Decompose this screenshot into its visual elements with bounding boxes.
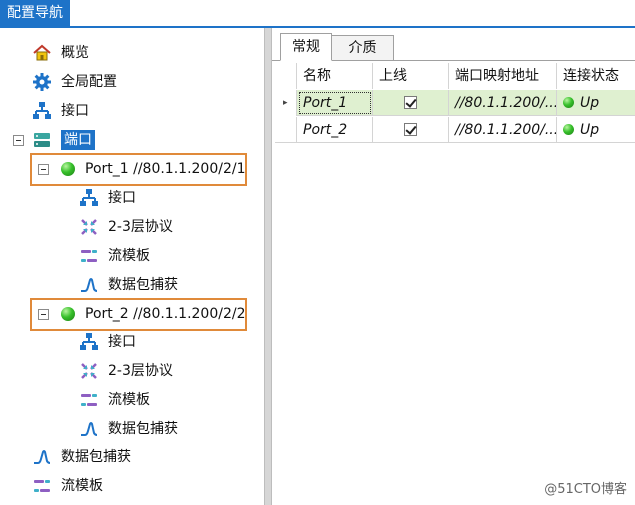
tree-item-label: 概览 xyxy=(61,45,89,61)
tree-item-interface[interactable]: 接口 xyxy=(32,100,89,122)
cell-status: Up xyxy=(557,90,635,116)
tree-item-label: 2-3层协议 xyxy=(108,219,173,235)
tree-item-label: 数据包捕获 xyxy=(61,449,131,465)
tree-item-overview[interactable]: 概览 xyxy=(32,42,89,64)
tree-item-capture[interactable]: 数据包捕获 xyxy=(32,446,131,468)
cell-status: Up xyxy=(557,117,635,143)
cell-name[interactable]: Port_2 xyxy=(297,117,373,143)
column-header-status[interactable]: 连接状态 xyxy=(557,63,635,89)
collapse-toggle[interactable] xyxy=(13,135,24,146)
gear-icon xyxy=(32,72,52,92)
tree-item-port-1-capture[interactable]: 数据包捕获 xyxy=(79,274,178,296)
collapse-toggle[interactable] xyxy=(38,164,49,175)
stream-template-icon xyxy=(32,476,52,496)
watermark: @51CTO博客 xyxy=(544,482,627,497)
cell-address: //80.1.1.200/... xyxy=(449,117,557,143)
panel-title: 配置导航 xyxy=(0,0,70,26)
tree-item-global-config[interactable]: 全局配置 xyxy=(32,71,117,93)
network-icon xyxy=(79,188,99,208)
tree-item-port-1-stream-template[interactable]: 流模板 xyxy=(79,245,150,267)
tree-item-label: 数据包捕获 xyxy=(108,421,178,437)
tree-item-label: 数据包捕获 xyxy=(108,277,178,293)
tree-item-port-2-capture[interactable]: 数据包捕获 xyxy=(79,418,178,440)
status-led-icon xyxy=(563,123,574,135)
stream-template-icon xyxy=(79,246,99,266)
status-led-icon xyxy=(563,96,574,108)
status-led-icon xyxy=(58,159,78,179)
tree-item-port-2-stream-template[interactable]: 流模板 xyxy=(79,389,150,411)
tree-item-port-2[interactable]: Port_2 //80.1.1.200/2/2 xyxy=(58,303,246,325)
cell-name[interactable]: Port_1 xyxy=(297,90,373,116)
tree-item-label: 接口 xyxy=(108,334,136,350)
protocol-icon xyxy=(79,361,99,381)
stream-template-icon xyxy=(79,390,99,410)
column-header-online[interactable]: 上线 xyxy=(373,63,449,89)
tree-item-port-1-interface[interactable]: 接口 xyxy=(79,187,136,209)
online-checkbox[interactable] xyxy=(404,122,417,136)
tab-media[interactable]: 介质 xyxy=(332,35,394,61)
tree-item-port-2-interface[interactable]: 接口 xyxy=(79,331,136,353)
tree-item-label: 流模板 xyxy=(108,248,150,264)
title-bar: 配置导航 xyxy=(0,0,635,28)
cell-online[interactable] xyxy=(373,90,449,116)
network-icon xyxy=(79,332,99,352)
grid-header-row: 名称 上线 端口映射地址 连接状态 xyxy=(275,63,635,89)
status-led-icon xyxy=(58,304,78,324)
collapse-toggle[interactable] xyxy=(38,309,49,320)
tab-strip: 常规 介质 xyxy=(272,33,635,61)
row-header-cell xyxy=(275,117,297,143)
tree-item-label: 2-3层协议 xyxy=(108,363,173,379)
tree-item-label: 接口 xyxy=(108,190,136,206)
cell-online[interactable] xyxy=(373,117,449,143)
tree-item-label: 流模板 xyxy=(108,392,150,408)
protocol-icon xyxy=(79,217,99,237)
tree-item-label: 全局配置 xyxy=(61,74,117,90)
column-header-address[interactable]: 端口映射地址 xyxy=(449,63,557,89)
column-header-name[interactable]: 名称 xyxy=(297,63,373,89)
tree-item-label: Port_1 //80.1.1.200/2/1 xyxy=(85,161,246,177)
table-row[interactable]: ▸ Port_1 //80.1.1.200/... Up xyxy=(275,90,635,116)
details-panel: 常规 介质 名称 上线 端口映射地址 连接状态 ▸ Port_1 //80.1.… xyxy=(272,28,635,505)
tree-item-port-2-protocol[interactable]: 2-3层协议 xyxy=(79,360,173,382)
status-text: Up xyxy=(580,95,600,111)
capture-icon xyxy=(32,447,52,467)
switch-icon xyxy=(32,130,52,150)
tree-item-label: 接口 xyxy=(61,103,89,119)
cell-address: //80.1.1.200/... xyxy=(449,90,557,116)
status-text: Up xyxy=(580,122,600,138)
tree-item-label: 流模板 xyxy=(61,478,103,494)
panel-splitter[interactable] xyxy=(264,28,272,505)
tree-item-label: 端口 xyxy=(61,130,95,150)
tree-item-label: Port_2 //80.1.1.200/2/2 xyxy=(85,306,246,322)
tree-item-port-1-protocol[interactable]: 2-3层协议 xyxy=(79,216,173,238)
table-row[interactable]: Port_2 //80.1.1.200/... Up xyxy=(275,117,635,143)
navigation-tree[interactable]: 概览 全局配置 接口 端口 Port_1 //80.1.1.200/2/1 接口 xyxy=(0,28,264,505)
row-indicator-icon: ▸ xyxy=(275,90,297,116)
capture-icon xyxy=(79,419,99,439)
row-header-cell xyxy=(275,63,297,89)
tree-item-port-1[interactable]: Port_1 //80.1.1.200/2/1 xyxy=(58,158,246,180)
tree-item-stream-template[interactable]: 流模板 xyxy=(32,475,103,497)
tab-general[interactable]: 常规 xyxy=(280,33,332,61)
capture-icon xyxy=(79,275,99,295)
network-icon xyxy=(32,101,52,121)
home-icon xyxy=(32,43,52,63)
online-checkbox[interactable] xyxy=(404,95,417,109)
tree-item-ports[interactable]: 端口 xyxy=(32,129,95,151)
